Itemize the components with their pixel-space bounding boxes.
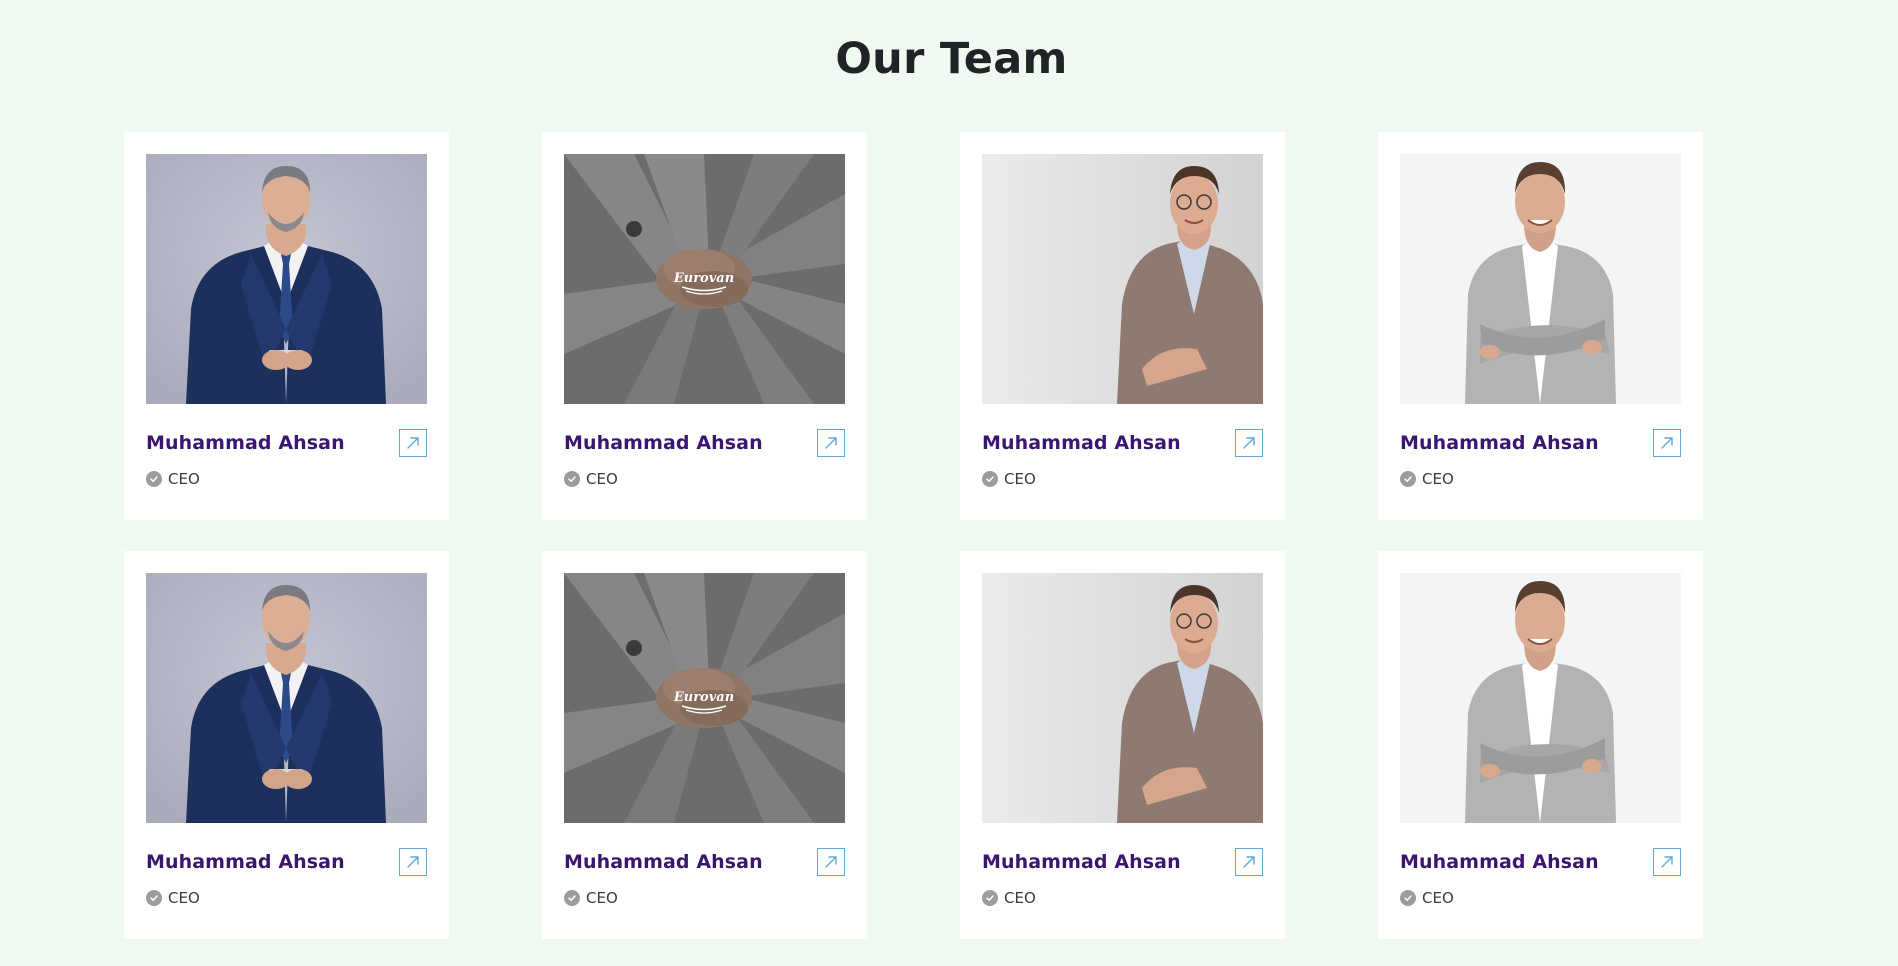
profile-link-button[interactable]: [817, 429, 845, 457]
member-role-row: CEO: [1400, 470, 1681, 488]
team-member-card: Eurovan Muhammad Ahsan CEO: [542, 551, 867, 939]
team-grid: Muhammad Ahsan CEO Eurovan Muhammad Ahsa…: [124, 132, 1703, 939]
member-name: Muhammad Ahsan: [982, 432, 1181, 454]
team-member-card: Muhammad Ahsan CEO: [124, 551, 449, 939]
member-name: Muhammad Ahsan: [564, 851, 763, 873]
arrow-up-right-icon: [1243, 856, 1255, 868]
member-name-row: Muhammad Ahsan: [982, 847, 1263, 877]
check-circle-icon: [1400, 471, 1416, 487]
member-role: CEO: [1422, 889, 1454, 907]
profile-link-button[interactable]: [399, 848, 427, 876]
team-member-card: Muhammad Ahsan CEO: [1378, 551, 1703, 939]
member-role-row: CEO: [1400, 889, 1681, 907]
profile-link-button[interactable]: [1235, 848, 1263, 876]
section-title: Our Team: [835, 34, 1068, 84]
member-name-row: Muhammad Ahsan: [564, 847, 845, 877]
check-circle-icon: [982, 890, 998, 906]
member-photo: [982, 154, 1263, 404]
team-member-card: Muhammad Ahsan CEO: [1378, 132, 1703, 520]
arrow-up-right-icon: [1243, 437, 1255, 449]
svg-text:Eurovan: Eurovan: [673, 690, 734, 705]
member-photo: [146, 154, 427, 404]
check-circle-icon: [564, 471, 580, 487]
member-role: CEO: [168, 470, 200, 488]
check-circle-icon: [146, 471, 162, 487]
check-circle-icon: [982, 471, 998, 487]
member-role: CEO: [168, 889, 200, 907]
member-name: Muhammad Ahsan: [146, 851, 345, 873]
member-name-row: Muhammad Ahsan: [564, 428, 845, 458]
member-name: Muhammad Ahsan: [1400, 432, 1599, 454]
arrow-up-right-icon: [1661, 437, 1673, 449]
arrow-up-right-icon: [1661, 856, 1673, 868]
profile-link-button[interactable]: [1235, 429, 1263, 457]
member-photo: [1400, 573, 1681, 823]
team-member-card: Muhammad Ahsan CEO: [124, 132, 449, 520]
team-member-card: Muhammad Ahsan CEO: [960, 551, 1285, 939]
member-name: Muhammad Ahsan: [982, 851, 1181, 873]
team-member-card: Muhammad Ahsan CEO: [960, 132, 1285, 520]
member-name: Muhammad Ahsan: [1400, 851, 1599, 873]
member-photo: [1400, 154, 1681, 404]
member-role: CEO: [1004, 470, 1036, 488]
check-circle-icon: [564, 890, 580, 906]
member-photo: [146, 573, 427, 823]
member-name: Muhammad Ahsan: [146, 432, 345, 454]
member-photo: [982, 573, 1263, 823]
profile-link-button[interactable]: [1653, 429, 1681, 457]
profile-link-button[interactable]: [399, 429, 427, 457]
member-name-row: Muhammad Ahsan: [1400, 847, 1681, 877]
member-role-row: CEO: [564, 889, 845, 907]
member-role-row: CEO: [564, 470, 845, 488]
member-name: Muhammad Ahsan: [564, 432, 763, 454]
member-name-row: Muhammad Ahsan: [146, 428, 427, 458]
member-role-row: CEO: [982, 889, 1263, 907]
member-name-row: Muhammad Ahsan: [1400, 428, 1681, 458]
arrow-up-right-icon: [825, 437, 837, 449]
check-circle-icon: [146, 890, 162, 906]
member-name-row: Muhammad Ahsan: [982, 428, 1263, 458]
member-photo: Eurovan: [564, 573, 845, 823]
member-role: CEO: [1004, 889, 1036, 907]
profile-link-button[interactable]: [817, 848, 845, 876]
arrow-up-right-icon: [825, 856, 837, 868]
member-role-row: CEO: [982, 470, 1263, 488]
member-role: CEO: [1422, 470, 1454, 488]
team-member-card: Eurovan Muhammad Ahsan CEO: [542, 132, 867, 520]
svg-text:Eurovan: Eurovan: [673, 271, 734, 286]
arrow-up-right-icon: [407, 856, 419, 868]
member-role: CEO: [586, 470, 618, 488]
member-role: CEO: [586, 889, 618, 907]
member-role-row: CEO: [146, 889, 427, 907]
member-role-row: CEO: [146, 470, 427, 488]
profile-link-button[interactable]: [1653, 848, 1681, 876]
check-circle-icon: [1400, 890, 1416, 906]
arrow-up-right-icon: [407, 437, 419, 449]
member-photo: Eurovan: [564, 154, 845, 404]
member-name-row: Muhammad Ahsan: [146, 847, 427, 877]
